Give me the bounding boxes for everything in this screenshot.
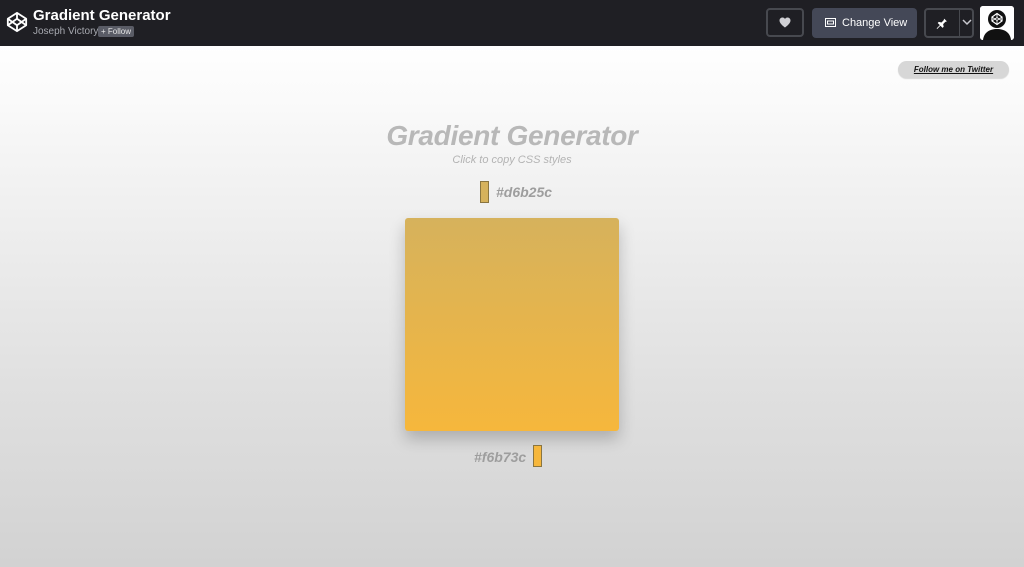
chevron-down-icon[interactable] [962, 19, 972, 26]
user-avatar[interactable] [980, 6, 1014, 40]
like-button[interactable] [766, 8, 804, 37]
top-color-hex[interactable]: #d6b25c [496, 184, 552, 200]
main-canvas: Follow me on Twitter Gradient Generator … [0, 46, 1024, 567]
change-view-button[interactable]: Change View [812, 8, 917, 38]
pin-icon [936, 17, 947, 29]
codepen-avatar-icon [980, 6, 1014, 40]
pin-divider [959, 10, 960, 36]
page-subheading: Click to copy CSS styles [452, 154, 572, 166]
heart-icon [779, 17, 791, 28]
layout-icon [825, 18, 836, 27]
bottom-color-swatch[interactable] [533, 445, 542, 467]
codepen-logo-icon[interactable] [6, 11, 28, 33]
pen-title: Gradient Generator [33, 7, 171, 24]
bottom-color-hex[interactable]: #f6b73c [474, 449, 526, 465]
top-color-swatch[interactable] [480, 181, 489, 203]
author-name[interactable]: Joseph Victory [33, 26, 98, 37]
pin-button[interactable] [924, 8, 974, 38]
top-bar: Gradient Generator Joseph Victory + Foll… [0, 0, 1024, 46]
gradient-preview[interactable] [405, 218, 619, 431]
change-view-label: Change View [842, 17, 908, 29]
page-heading: Gradient Generator [386, 120, 638, 151]
follow-twitter-link[interactable]: Follow me on Twitter [898, 61, 1009, 78]
follow-button[interactable]: + Follow [98, 26, 135, 37]
